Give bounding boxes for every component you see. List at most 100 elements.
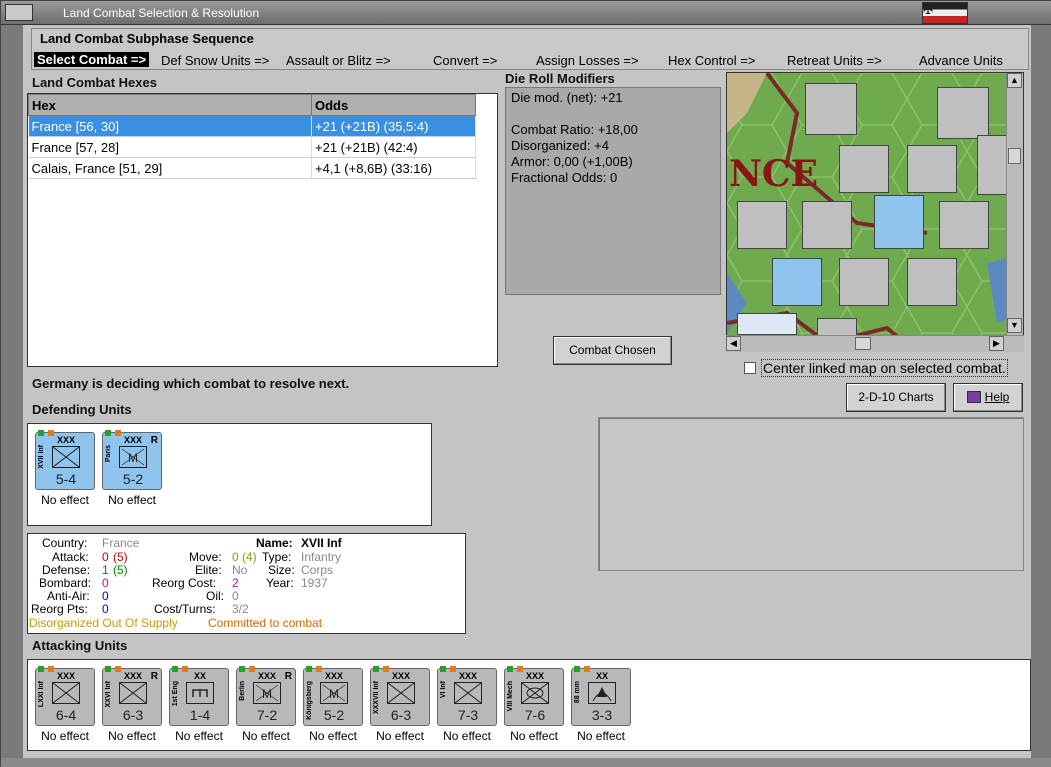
map-counter-selected[interactable] bbox=[772, 258, 822, 306]
antiair-value: 0 bbox=[102, 589, 109, 603]
col-hex[interactable]: Hex bbox=[28, 94, 312, 116]
unit-counter[interactable]: XXX LXXI Inf 6-4 bbox=[35, 666, 95, 726]
unit-effect: No effect bbox=[510, 729, 558, 743]
unit-counter[interactable]: XXX R Berlin M 7-2 bbox=[236, 666, 296, 726]
combat-chosen-button[interactable]: Combat Chosen bbox=[553, 336, 672, 365]
drm-line: Die mod. (net): +21 bbox=[511, 90, 623, 105]
drm-line: Armor: 0,00 (+1,00B) bbox=[511, 154, 633, 169]
step-def-snow: Def Snow Units => bbox=[161, 53, 270, 68]
move-potential: (4) bbox=[242, 550, 257, 564]
unit-counter[interactable]: XXX VI Inf 7-3 bbox=[437, 666, 497, 726]
odds-cell: +21 (+21B) (42:4) bbox=[311, 136, 476, 158]
map-air-counter[interactable] bbox=[937, 87, 989, 139]
unit-size: XXX bbox=[324, 671, 343, 681]
map-counter[interactable] bbox=[839, 258, 889, 306]
map-vertical-scrollbar[interactable]: ▲ ▼ bbox=[1006, 73, 1023, 335]
unit-name: XXVI Inf bbox=[105, 681, 112, 708]
unit-strength: 7-6 bbox=[524, 707, 546, 723]
unit-type-icon: M bbox=[320, 682, 348, 704]
table-row[interactable]: France [56, 30] +21 (+21B) (35,5:4) bbox=[28, 115, 476, 137]
step-select-combat: Select Combat => bbox=[34, 52, 150, 67]
unit-size: XXX bbox=[458, 671, 477, 681]
germany-flag-icon: ✠ bbox=[922, 2, 968, 24]
scroll-down-icon[interactable]: ▼ bbox=[1007, 318, 1022, 333]
unit-name: 88 mm bbox=[574, 681, 581, 704]
unit-info-panel: Country: France Attack: 0 (5) Defense: 1… bbox=[27, 533, 466, 634]
center-linked-checkbox[interactable] bbox=[744, 362, 756, 374]
subphase-sequence: Land Combat Subphase Sequence Select Com… bbox=[31, 28, 1029, 70]
step-assign-losses: Assign Losses => bbox=[536, 53, 639, 68]
map-counter[interactable] bbox=[907, 258, 957, 306]
odds-cell: +4,1 (+8,6B) (33:16) bbox=[311, 157, 476, 179]
unit-type-icon bbox=[588, 682, 616, 704]
map-counter[interactable] bbox=[839, 145, 889, 193]
map-counter[interactable] bbox=[802, 201, 852, 249]
unit-counter[interactable]: XX 1st Eng 1-4 bbox=[169, 666, 229, 726]
unit-counter[interactable]: XXX R Paris M 5-2 bbox=[102, 430, 162, 490]
defense-value: 1 bbox=[102, 563, 109, 577]
charts-button[interactable]: 2-D-10 Charts bbox=[846, 383, 946, 412]
scroll-right-icon[interactable]: ▶ bbox=[989, 336, 1004, 351]
unit-type-icon bbox=[52, 682, 80, 704]
status-message: Germany is deciding which combat to reso… bbox=[32, 376, 350, 391]
map-counter[interactable] bbox=[939, 201, 989, 249]
svg-text:M: M bbox=[262, 687, 272, 701]
unit-counter[interactable]: XXX XVII Inf 5-4 bbox=[35, 430, 95, 490]
help-button[interactable]: Help bbox=[953, 383, 1023, 412]
center-linked-label[interactable]: Center linked map on selected combat. bbox=[761, 359, 1008, 377]
col-odds[interactable]: Odds bbox=[311, 94, 476, 116]
attack-value: 0 bbox=[102, 550, 109, 564]
right-frame bbox=[1031, 25, 1051, 760]
system-menu-button[interactable] bbox=[5, 4, 33, 21]
unit-counter[interactable]: XXX XXXVII Inf 6-3 bbox=[370, 666, 430, 726]
map-counter[interactable] bbox=[737, 201, 787, 249]
type-label: Type: bbox=[262, 550, 292, 564]
move-value: 0 bbox=[232, 550, 239, 564]
defense-label: Defense: bbox=[42, 563, 91, 577]
scroll-left-icon[interactable]: ◀ bbox=[726, 336, 741, 351]
unit-counter[interactable]: XXX VIII Mech 7-6 bbox=[504, 666, 564, 726]
unit-strength: 7-2 bbox=[256, 707, 278, 723]
combat-hexes-list: Hex Odds France [56, 30] +21 (+21B) (35,… bbox=[27, 93, 498, 367]
unit-size: XXX bbox=[391, 671, 410, 681]
unit-name: Berlin bbox=[239, 681, 246, 701]
antiair-label: Anti-Air: bbox=[47, 589, 90, 603]
unit-counter[interactable]: XXX R XXVI Inf 6-3 bbox=[102, 666, 162, 726]
map-air-counter[interactable] bbox=[805, 83, 857, 135]
unit-effect: No effect bbox=[175, 729, 223, 743]
unit-type-icon bbox=[119, 682, 147, 704]
defense-potential: (5) bbox=[113, 563, 128, 577]
map-counter[interactable] bbox=[907, 145, 957, 193]
reorg-cost-label: Reorg Cost: bbox=[152, 576, 217, 590]
scroll-thumb[interactable] bbox=[855, 337, 871, 350]
cost-turns-value: 3/2 bbox=[232, 602, 249, 616]
unit-effect: No effect bbox=[108, 493, 156, 507]
map-horizontal-scrollbar[interactable]: ◀ ▶ bbox=[726, 335, 1024, 352]
help-book-icon bbox=[966, 391, 981, 403]
map-counter-selected[interactable] bbox=[874, 195, 924, 249]
unit-name: 1st Eng bbox=[172, 681, 179, 707]
linked-map[interactable]: NCE bbox=[726, 72, 1024, 352]
unit-strength: 1-4 bbox=[189, 707, 211, 723]
reorg-pts-value: 0 bbox=[102, 602, 109, 616]
unit-counter[interactable]: XX 88 mm 3-3 bbox=[571, 666, 631, 726]
hexes-heading: Land Combat Hexes bbox=[32, 75, 157, 90]
bombard-label: Bombard: bbox=[39, 576, 92, 590]
map-air-counter[interactable] bbox=[737, 313, 797, 335]
unit-effect: No effect bbox=[309, 729, 357, 743]
scroll-thumb[interactable] bbox=[1008, 148, 1021, 164]
table-row[interactable]: France [57, 28] +21 (+21B) (42:4) bbox=[28, 136, 476, 158]
unit-reserve-flag: R bbox=[150, 435, 158, 446]
svg-text:M: M bbox=[128, 451, 138, 465]
unit-size: XX bbox=[595, 671, 608, 681]
table-row[interactable]: Calais, France [51, 29] +4,1 (+8,6B) (33… bbox=[28, 157, 476, 179]
unit-name: Paris bbox=[105, 445, 112, 463]
drm-line bbox=[511, 106, 715, 122]
unit-strength: 6-4 bbox=[55, 707, 77, 723]
unit-size: XXX bbox=[56, 671, 75, 681]
name-value: XVII Inf bbox=[301, 536, 342, 550]
unit-type-icon bbox=[52, 446, 80, 468]
unit-counter[interactable]: XXX Königsberg M 5-2 bbox=[303, 666, 363, 726]
scroll-up-icon[interactable]: ▲ bbox=[1007, 73, 1022, 88]
left-frame bbox=[1, 25, 23, 760]
